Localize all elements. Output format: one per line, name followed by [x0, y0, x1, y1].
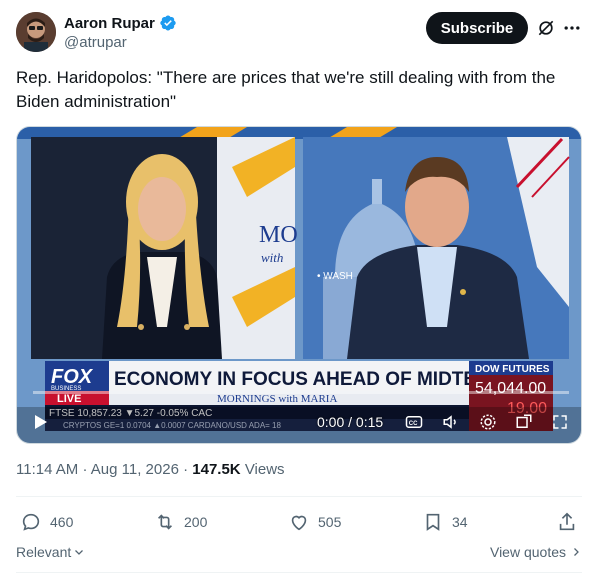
- avatar[interactable]: [16, 12, 56, 52]
- reply-icon: [22, 513, 40, 531]
- tweet-text: Rep. Haridopolos: "There are prices that…: [16, 68, 556, 111]
- bookmark-count: 34: [452, 514, 468, 530]
- volume-icon[interactable]: [441, 413, 461, 431]
- bg-sign-text: MO: [259, 222, 298, 248]
- live-badge: LIVE: [57, 393, 81, 405]
- video-time: 0:00 / 0:15: [317, 414, 384, 430]
- grok-icon[interactable]: [536, 18, 556, 38]
- view-quotes-label: View quotes: [489, 544, 566, 560]
- more-options-icon[interactable]: [562, 18, 582, 38]
- picture-in-picture-icon[interactable]: [515, 413, 533, 431]
- action-bar: 460 200 505 34: [16, 508, 582, 536]
- guest-panel: • WASH: [303, 137, 570, 359]
- verified-badge-icon: [160, 15, 176, 31]
- progress-bar[interactable]: [33, 391, 569, 394]
- bookmark-icon: [426, 513, 440, 531]
- time[interactable]: 11:14 AM: [16, 461, 78, 478]
- heart-icon: [291, 515, 307, 531]
- fox-logo-text: FOX: [51, 366, 94, 388]
- share-icon: [559, 512, 575, 531]
- bg-wash-text: • WASH: [317, 271, 353, 282]
- bookmark-button[interactable]: 34: [422, 508, 468, 536]
- reply-button[interactable]: 460: [20, 508, 73, 536]
- repost-count: 200: [184, 514, 208, 530]
- author-name[interactable]: Aaron Rupar: [64, 15, 155, 32]
- chevron-right-icon: [574, 548, 579, 556]
- separator: ·: [82, 461, 88, 478]
- like-button[interactable]: 505: [288, 508, 341, 536]
- dow-label: DOW FUTURES: [475, 364, 550, 375]
- divider: [16, 496, 582, 497]
- anchor-panel: MO with: [31, 137, 298, 359]
- show-name: MORNINGS with MARIA: [217, 393, 337, 405]
- divider: [16, 572, 582, 573]
- view-quotes-link[interactable]: View quotes: [490, 544, 582, 560]
- captions-icon[interactable]: CC: [405, 413, 423, 431]
- tweet-timestamp: 11:14 AM · Aug 11, 2026 · 147.5K Views: [16, 461, 285, 478]
- subscribe-button[interactable]: Subscribe: [426, 12, 528, 44]
- date[interactable]: Aug 11, 2026: [91, 461, 179, 478]
- repost-button[interactable]: 200: [154, 508, 207, 536]
- bg-sign-text-2: with: [261, 250, 283, 265]
- tweet-header: Aaron Rupar @atrupar Subscribe: [16, 12, 582, 56]
- fullscreen-icon[interactable]: [551, 413, 569, 431]
- reply-count: 460: [50, 514, 74, 530]
- like-count: 505: [318, 514, 342, 530]
- views-count[interactable]: 147.5K: [192, 461, 240, 478]
- headline-text: ECONOMY IN FOCUS AHEAD OF MIDTERMS: [114, 369, 518, 390]
- svg-text:CC: CC: [409, 421, 418, 427]
- settings-gear-icon[interactable]: [479, 413, 497, 431]
- video-player[interactable]: MO with • WASH FOX BUSINESS ECONOMY IN F…: [16, 126, 582, 444]
- separator: ·: [183, 461, 189, 478]
- repost-icon: [157, 514, 173, 530]
- sort-relevant-dropdown[interactable]: Relevant: [16, 544, 85, 560]
- chevron-down-icon: [75, 550, 84, 555]
- dow-value: 54,044.00: [475, 380, 546, 397]
- author-handle[interactable]: @atrupar: [64, 34, 127, 51]
- share-button[interactable]: [556, 508, 578, 536]
- views-label: Views: [244, 461, 285, 478]
- sort-label: Relevant: [16, 544, 72, 560]
